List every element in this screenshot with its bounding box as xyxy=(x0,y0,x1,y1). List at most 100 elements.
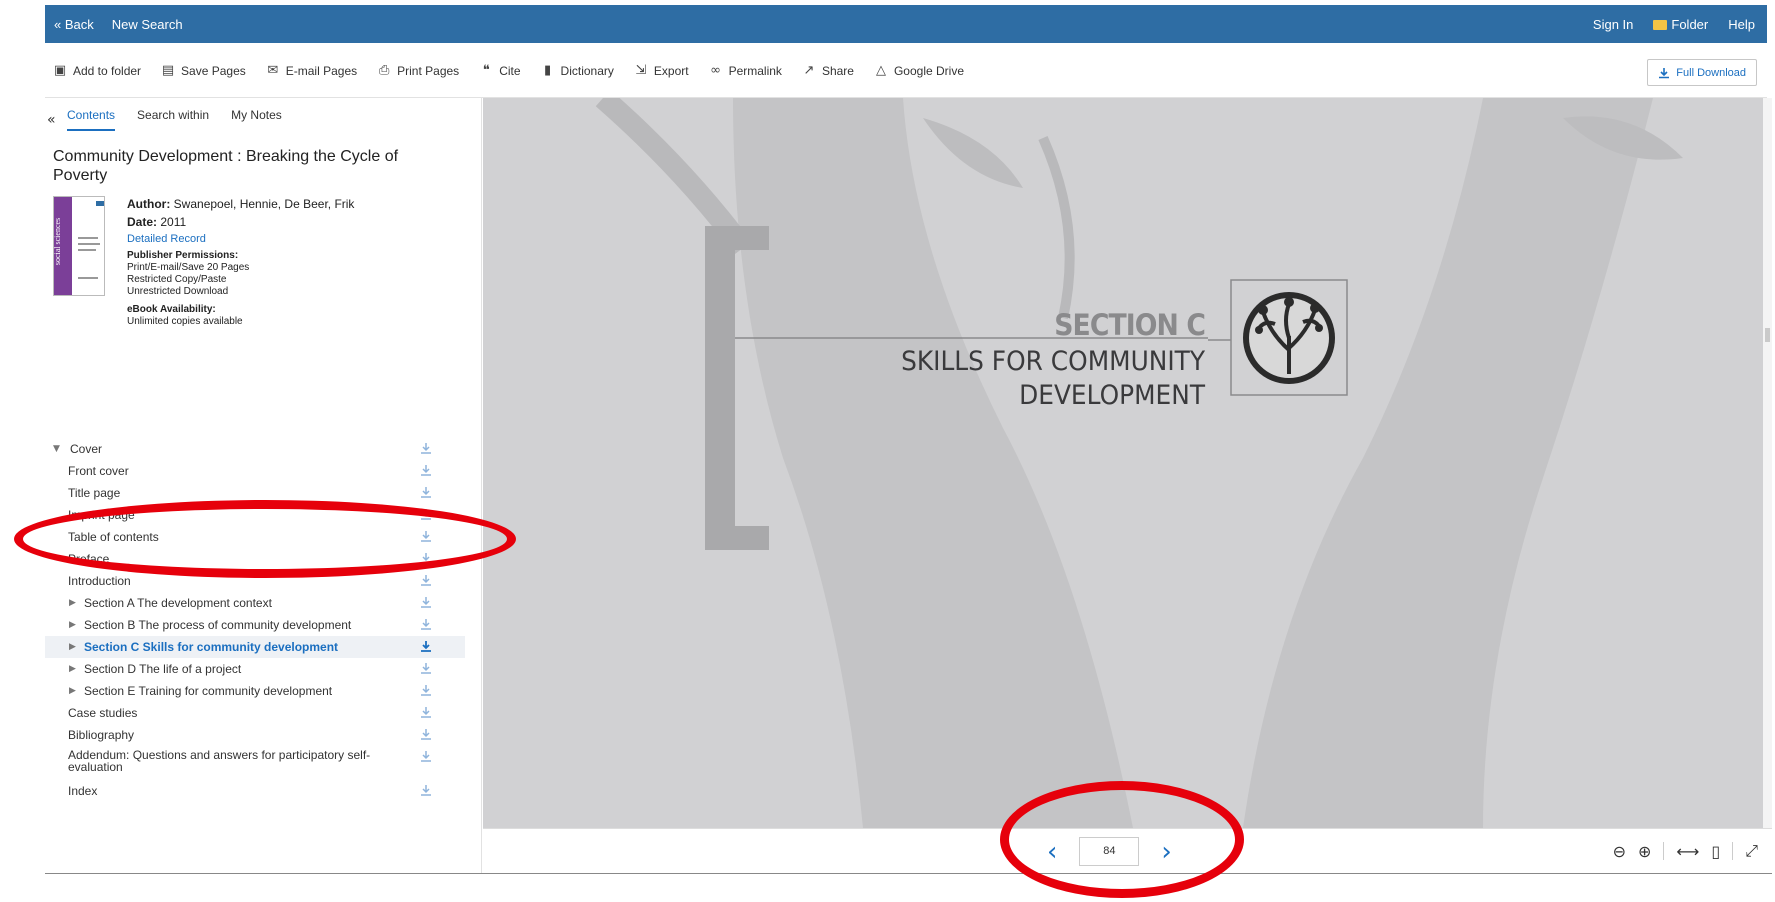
toc-item-imprint-page[interactable]: Imprint page xyxy=(45,504,465,526)
download-icon[interactable] xyxy=(419,441,433,455)
section-heading-line2: DEVELOPMENT xyxy=(1019,380,1205,411)
toc-item-label: Introduction xyxy=(68,574,131,588)
toc-item-label: Section E Training for community develop… xyxy=(84,684,333,698)
save-pages-button[interactable]: ▤ Save Pages xyxy=(161,63,246,78)
folder-link[interactable]: Folder xyxy=(1653,17,1708,32)
google-drive-label: Google Drive xyxy=(893,63,964,78)
download-icon[interactable] xyxy=(419,749,433,763)
detailed-record-link[interactable]: Detailed Record xyxy=(127,231,427,247)
download-icon[interactable] xyxy=(419,595,433,609)
toc-item-preface[interactable]: Preface xyxy=(45,548,465,570)
new-search-link[interactable]: New Search xyxy=(112,17,183,32)
toc-item-section-e[interactable]: ▶ Section E Training for community devel… xyxy=(45,680,465,702)
share-button[interactable]: ↗ Share xyxy=(802,63,854,78)
caret-right-icon[interactable]: ▶ xyxy=(69,620,76,630)
cite-icon: ❝ xyxy=(482,63,490,78)
toc-item-front-cover[interactable]: Front cover xyxy=(45,460,465,482)
cite-label: Cite xyxy=(499,63,521,78)
next-page-icon[interactable]: › xyxy=(1161,839,1171,865)
permissions-label: Publisher Permissions: xyxy=(127,250,239,261)
fit-width-icon[interactable]: ⟷ xyxy=(1676,842,1699,861)
toc-item-section-a[interactable]: ▶ Section A The development context xyxy=(45,592,465,614)
cover-line xyxy=(78,249,96,251)
download-icon[interactable] xyxy=(419,683,433,697)
collapse-sidebar-icon[interactable]: « xyxy=(47,112,56,128)
download-icon[interactable] xyxy=(419,617,433,631)
toc-item-section-b[interactable]: ▶ Section B The process of community dev… xyxy=(45,614,465,636)
tab-contents[interactable]: Contents xyxy=(67,108,116,131)
download-icon[interactable] xyxy=(419,573,433,587)
toc-item-label: Section A The development context xyxy=(84,596,272,610)
date-label: Date: xyxy=(127,215,158,229)
download-icon[interactable] xyxy=(419,507,433,521)
email-icon: ✉ xyxy=(267,63,279,78)
caret-right-icon[interactable]: ▶ xyxy=(69,642,76,652)
folder-plus-icon: ▣ xyxy=(53,63,67,78)
download-icon[interactable] xyxy=(419,661,433,675)
add-to-folder-button[interactable]: ▣ Add to folder xyxy=(53,63,141,78)
permission-print: Print/E-mail/Save 20 Pages xyxy=(127,262,250,273)
scrollbar-thumb[interactable] xyxy=(1765,328,1770,342)
download-icon[interactable] xyxy=(419,529,433,543)
email-pages-label: E-mail Pages xyxy=(285,63,358,78)
caret-right-icon[interactable]: ▶ xyxy=(69,686,76,696)
bottom-rule xyxy=(45,873,1772,874)
fullscreen-icon[interactable]: ⤢ xyxy=(1745,841,1758,861)
permission-copy: Restricted Copy/Paste xyxy=(127,274,227,285)
section-heading: SKILLS FOR COMMUNITY DEVELOPMENT xyxy=(817,345,1205,413)
availability-label: eBook Availability: xyxy=(127,304,216,315)
share-label: Share xyxy=(821,63,854,78)
zoom-in-icon[interactable]: ⊕ xyxy=(1638,842,1651,861)
download-icon[interactable] xyxy=(419,551,433,565)
sign-in-link[interactable]: Sign In xyxy=(1593,17,1633,32)
toc-item-section-d[interactable]: ▶ Section D The life of a project xyxy=(45,658,465,680)
page-illustration xyxy=(595,98,1683,828)
sidebar-tabs: Contents Search within My Notes xyxy=(67,108,282,131)
toc-item-title-page[interactable]: Title page xyxy=(45,482,465,504)
book-cover-thumbnail[interactable]: social sciences xyxy=(53,196,105,296)
export-button[interactable]: ⇲ Export xyxy=(634,63,688,78)
permalink-button[interactable]: ∞ Permalink xyxy=(709,63,782,78)
download-icon[interactable] xyxy=(419,783,433,797)
cite-button[interactable]: ❝ Cite xyxy=(479,63,521,78)
caret-right-icon[interactable]: ▶ xyxy=(69,664,76,674)
fit-page-icon[interactable]: ▯ xyxy=(1711,842,1720,861)
toc-item-cover[interactable]: ▼ Cover xyxy=(45,438,465,460)
toc-item-case-studies[interactable]: Case studies xyxy=(45,702,465,724)
download-icon[interactable] xyxy=(419,705,433,719)
print-pages-button[interactable]: ⎙ Print Pages xyxy=(377,63,459,78)
download-icon[interactable] xyxy=(419,727,433,741)
toc-item-section-c[interactable]: ▶ Section C Skills for community develop… xyxy=(45,636,465,658)
toc-item-table-of-contents[interactable]: Table of contents xyxy=(45,526,465,548)
caret-right-icon[interactable]: ▶ xyxy=(69,598,76,608)
page-viewer[interactable]: SECTION C SKILLS FOR COMMUNITY DEVELOPME… xyxy=(483,98,1763,828)
tab-my-notes[interactable]: My Notes xyxy=(231,108,282,131)
caret-down-icon[interactable]: ▼ xyxy=(53,444,60,454)
download-icon[interactable] xyxy=(419,639,433,653)
top-navigation-bar: « Back New Search Sign In Folder Help xyxy=(45,5,1767,43)
tab-search-within[interactable]: Search within xyxy=(137,108,209,131)
toc-item-label: Front cover xyxy=(68,464,129,478)
toc-item-label: Case studies xyxy=(68,706,138,720)
divider xyxy=(1663,842,1665,860)
full-download-button[interactable]: Full Download xyxy=(1647,59,1757,86)
google-drive-button[interactable]: △ Google Drive xyxy=(874,63,964,78)
author-label: Author: xyxy=(127,197,171,211)
previous-page-icon[interactable]: ‹ xyxy=(1047,839,1057,865)
download-icon[interactable] xyxy=(419,485,433,499)
back-link[interactable]: « Back xyxy=(54,17,94,32)
email-pages-button[interactable]: ✉ E-mail Pages xyxy=(266,63,357,78)
viewer-scrollbar[interactable] xyxy=(1763,98,1772,828)
download-icon[interactable] xyxy=(419,463,433,477)
book-metadata: Author: Swanepoel, Hennie, De Beer, Frik… xyxy=(127,196,427,328)
dictionary-button[interactable]: ▮ Dictionary xyxy=(541,63,614,78)
toc-item-index[interactable]: Index xyxy=(45,780,465,802)
toc-item-bibliography[interactable]: Bibliography xyxy=(45,724,465,746)
download-icon xyxy=(1659,67,1670,78)
page-number-input[interactable]: 84 xyxy=(1079,837,1140,866)
toc-item-addendum[interactable]: Addendum: Questions and answers for part… xyxy=(45,746,465,780)
cover-line xyxy=(78,243,100,245)
toc-item-introduction[interactable]: Introduction xyxy=(45,570,465,592)
help-link[interactable]: Help xyxy=(1728,17,1755,32)
zoom-out-icon[interactable]: ⊖ xyxy=(1613,842,1626,861)
